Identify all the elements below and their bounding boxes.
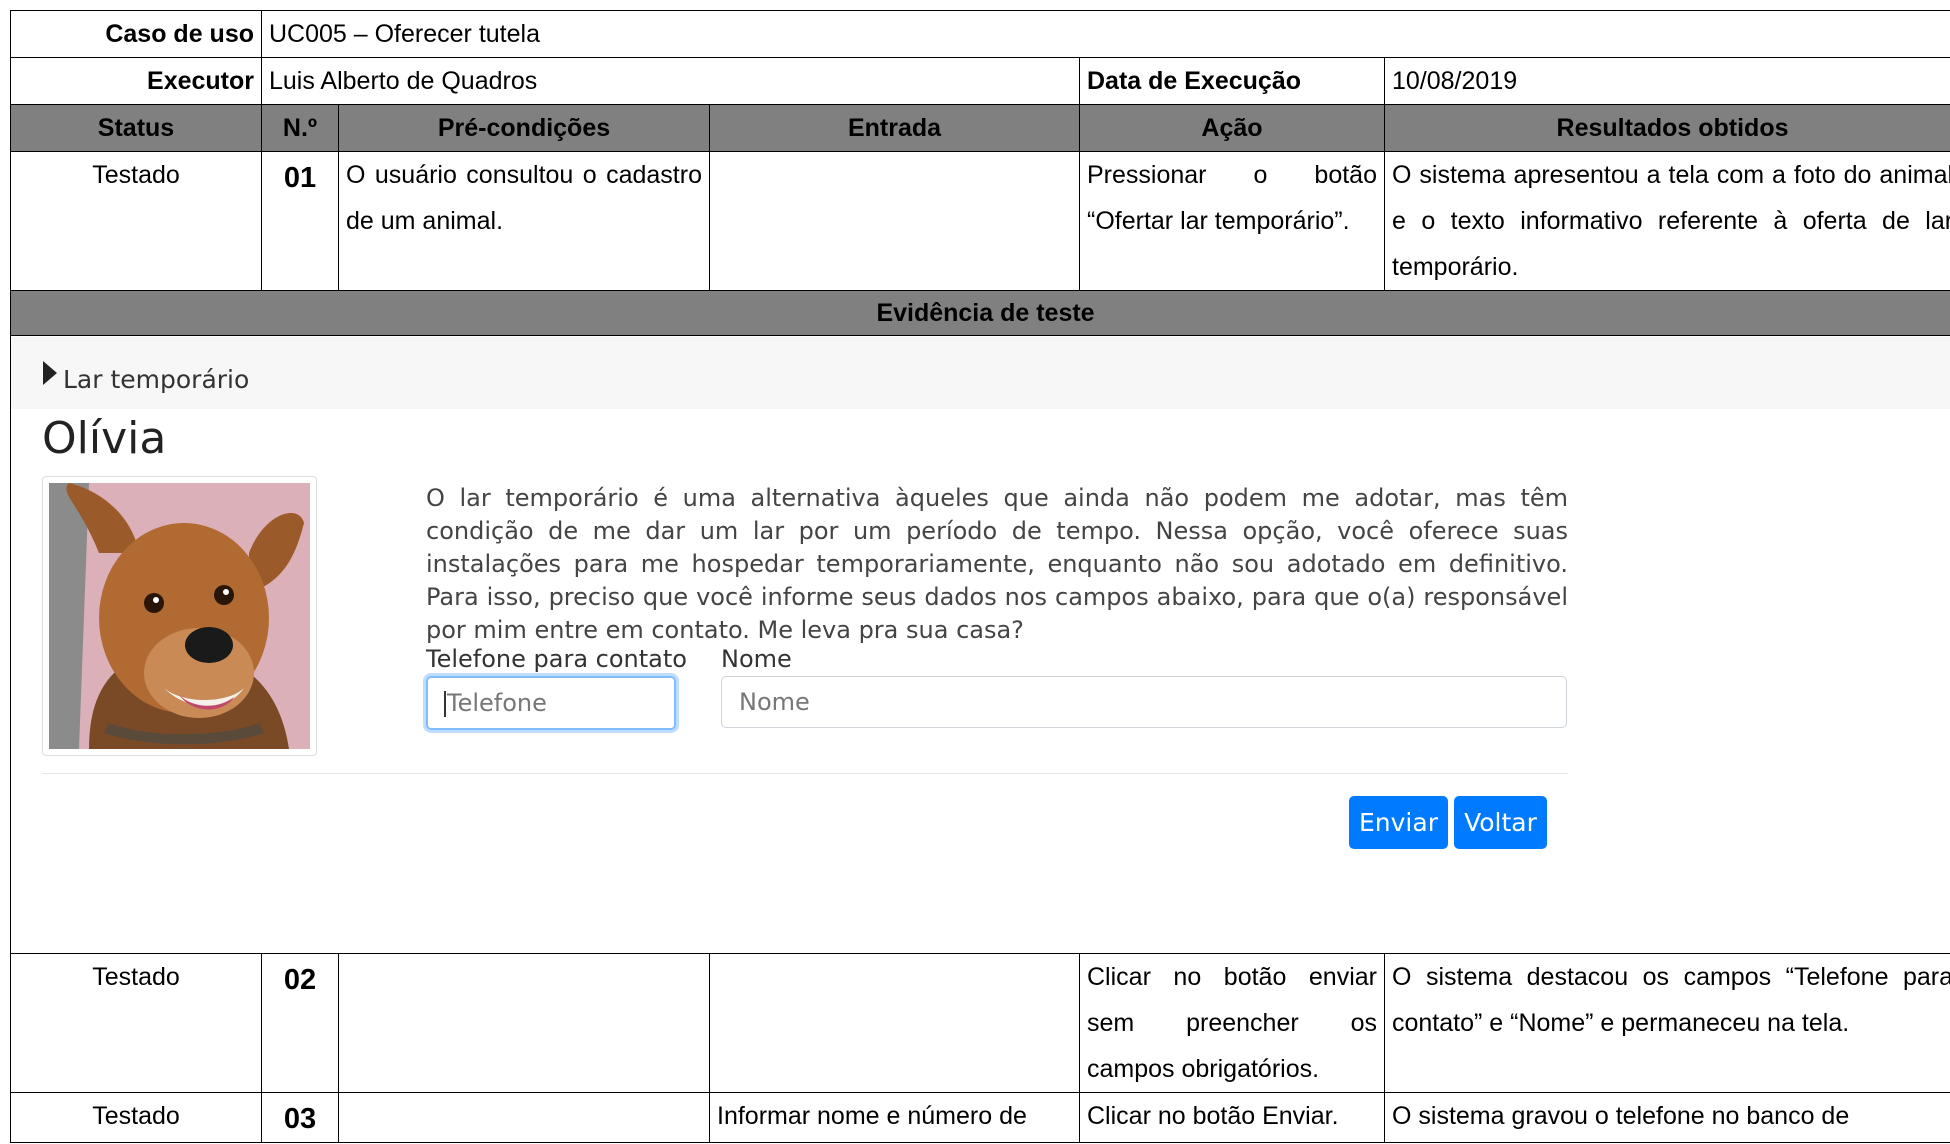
evidence-row: Lar temporário Olívia O lar temporário é… <box>9 335 1950 954</box>
header-input: Entrada <box>709 104 1080 152</box>
executor-value: Luis Alberto de Quadros <box>261 57 1080 105</box>
header-status: Status <box>10 104 262 152</box>
breadcrumb[interactable]: Lar temporário <box>11 337 1950 409</box>
caret-right-icon <box>43 361 57 385</box>
row-input: Informar nome e número de <box>709 1092 1080 1143</box>
row-precondition <box>338 953 710 1093</box>
table-row: Testado 01 O usuário consultou o cadastr… <box>10 151 1950 291</box>
dog-photo-image <box>49 483 310 749</box>
breadcrumb-label: Lar temporário <box>63 365 250 394</box>
row-result: O sistema gravou o telefone no banco de <box>1383 1092 1950 1143</box>
exec-date-label: Data de Execução <box>1079 57 1385 105</box>
row-action: Clicar no botão Enviar. <box>1079 1092 1385 1143</box>
animal-name: Olívia <box>42 413 167 464</box>
animal-photo <box>42 476 317 756</box>
row-input <box>709 151 1080 291</box>
evidence-header-row: Evidência de teste <box>9 290 1950 336</box>
exec-date-value: 10/08/2019 <box>1383 57 1950 105</box>
row-status: Testado <box>10 953 262 1093</box>
table-row: Testado 02 Clicar no botão enviar sem pr… <box>10 953 1950 1093</box>
name-placeholder: Nome <box>739 688 810 716</box>
row-status: Testado <box>10 1092 262 1143</box>
usecase-value: UC005 – Oferecer tutela <box>260 10 1950 58</box>
text-caret <box>444 691 446 717</box>
header-preconditions: Pré-condições <box>338 104 710 152</box>
usecase-label: Caso de uso <box>10 10 262 58</box>
column-header-row: Status N.º Pré-condições Entrada Ação Re… <box>10 104 1950 152</box>
row-input <box>709 953 1080 1093</box>
row-precondition <box>338 1092 710 1143</box>
row-result: O sistema destacou os campos “Telefone p… <box>1383 953 1950 1093</box>
evidence-cell: Lar temporário Olívia O lar temporário é… <box>9 335 1950 954</box>
row-number: 02 <box>261 953 339 1093</box>
row-precondition: O usuário consultou o cadastro de um ani… <box>338 151 710 291</box>
divider <box>42 773 1568 774</box>
name-input[interactable]: Nome <box>721 676 1567 728</box>
usecase-row: Caso de uso UC005 – Oferecer tutela <box>10 10 1950 58</box>
send-button[interactable]: Enviar <box>1349 796 1448 849</box>
header-results: Resultados obtidos <box>1383 104 1950 152</box>
dog-illustration <box>49 483 310 749</box>
table-row: Testado 03 Informar nome e número de Cli… <box>10 1092 1950 1143</box>
evidence-screenshot: Lar temporário Olívia O lar temporário é… <box>11 336 1950 953</box>
test-case-table: Caso de uso UC005 – Oferecer tutela Exec… <box>9 10 1950 1143</box>
evidence-title: Evidência de teste <box>9 290 1950 336</box>
row-number: 03 <box>261 1092 339 1143</box>
description-text: O lar temporário é uma alternativa àquel… <box>426 484 1568 644</box>
header-action: Ação <box>1079 104 1385 152</box>
row-action: Pressionar o botão “Ofertar lar temporár… <box>1079 151 1385 291</box>
phone-placeholder: Telefone <box>447 689 547 717</box>
header-number: N.º <box>261 104 339 152</box>
back-button[interactable]: Voltar <box>1454 796 1547 849</box>
row-result: O sistema apresentou a tela com a foto d… <box>1383 151 1950 291</box>
row-status: Testado <box>10 151 262 291</box>
phone-input[interactable]: Telefone <box>426 676 676 730</box>
executor-label: Executor <box>10 57 262 105</box>
row-action: Clicar no botão enviar sem preencher os … <box>1079 953 1385 1093</box>
row-number: 01 <box>261 151 339 291</box>
executor-row: Executor Luis Alberto de Quadros Data de… <box>10 57 1950 105</box>
